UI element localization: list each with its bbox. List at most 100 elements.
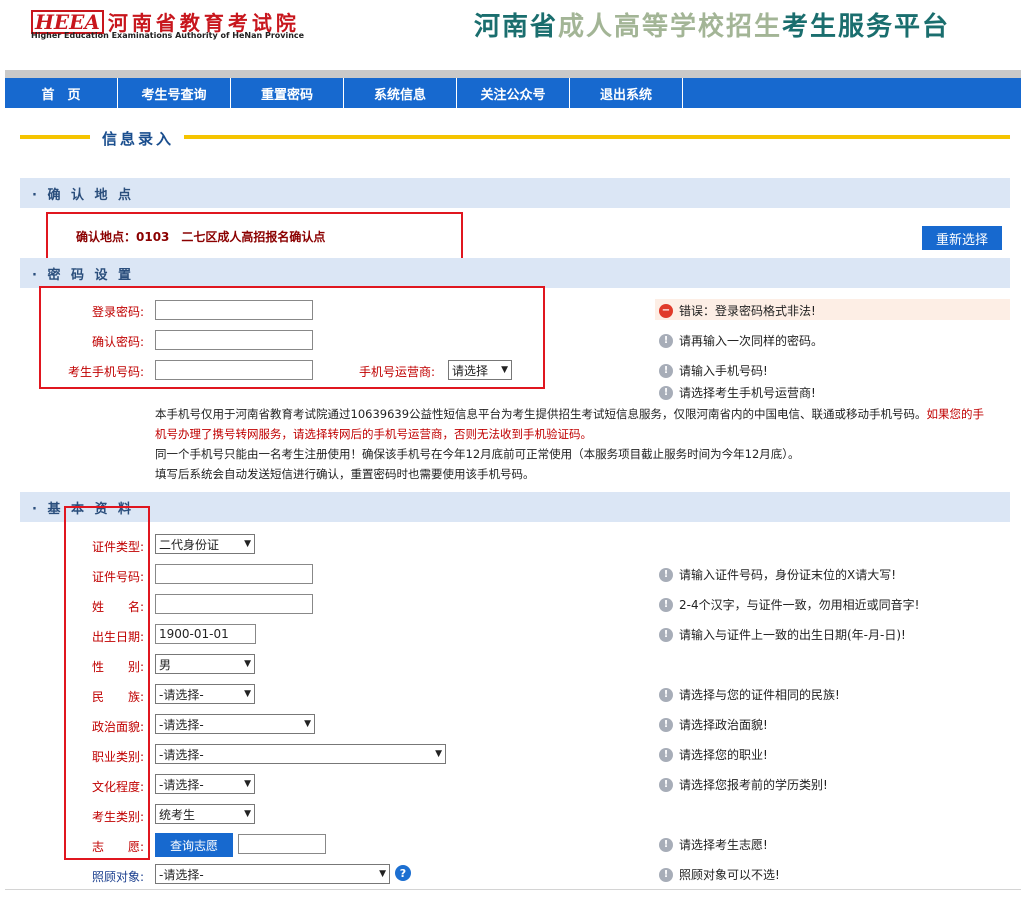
login-password-label: 登录密码:: [91, 305, 144, 319]
info-icon: !: [659, 567, 673, 582]
job-select[interactable]: -请选择- ▼: [155, 744, 446, 764]
info-icon: !: [659, 867, 673, 882]
hint-carrier: ! 请选择考生手机号运营商!: [659, 384, 816, 401]
nav-system-info[interactable]: 系统信息: [344, 78, 457, 108]
confirm-password-input[interactable]: [155, 330, 313, 350]
job-value: -请选择-: [159, 747, 204, 762]
gender-select[interactable]: 男 ▼: [155, 654, 255, 674]
site-title: 河南省成人高等学校招生考生服务平台: [474, 6, 950, 43]
hint-birth-text: 请输入与证件上一致的出生日期(年-月-日)!: [679, 628, 906, 642]
site-title-part2: 成人高等学校招生: [558, 12, 783, 42]
nav-bar: 首 页 考生号查询 重置密码 系统信息 关注公众号 退出系统: [5, 78, 1021, 108]
footer-divider: [5, 889, 1021, 890]
hint-edu: ! 请选择您报考前的学历类别!: [659, 776, 828, 793]
nation-value: -请选择-: [159, 687, 204, 702]
candidate-type-select[interactable]: 统考生 ▼: [155, 804, 255, 824]
hint-wish: ! 请选择考生志愿!: [659, 836, 768, 853]
section-password: · 密 码 设 置: [20, 258, 1010, 288]
hint-job: ! 请选择您的职业!: [659, 746, 768, 763]
nav-home[interactable]: 首 页: [5, 78, 118, 108]
info-icon: !: [659, 687, 673, 702]
id-no-input[interactable]: [155, 564, 313, 584]
name-input[interactable]: [155, 594, 313, 614]
care-value: -请选择-: [159, 867, 204, 882]
notice-line-4: 填写后系统会自动发送短信进行确认，重置密码时也需要使用该手机号码。: [155, 467, 535, 481]
notice-line-1: 本手机号仅用于河南省教育考试院通过10639639公益性短信息平台为考生提供招生…: [155, 404, 1011, 424]
birth-input[interactable]: [155, 624, 256, 644]
error-icon: −: [659, 303, 673, 318]
hint-nation: ! 请选择与您的证件相同的民族!: [659, 686, 840, 703]
phone-label: 考生手机号码:: [67, 365, 144, 379]
question-icon[interactable]: ?: [395, 865, 411, 881]
hint-wish-text: 请选择考生志愿!: [679, 838, 768, 852]
hint-id: ! 请输入证件号码，身份证末位的X请大写!: [659, 566, 896, 583]
edu-label: 文化程度:: [91, 780, 144, 794]
chevron-down-icon: ▼: [501, 365, 508, 375]
chevron-down-icon: ▼: [244, 779, 251, 789]
title-rule-right: [184, 135, 1010, 139]
id-type-label: 证件类型:: [91, 540, 144, 554]
header-divider: [5, 70, 1021, 78]
login-password-input[interactable]: [155, 300, 313, 320]
site-title-part1: 河南省: [474, 12, 559, 42]
hint-job-text: 请选择您的职业!: [679, 748, 768, 762]
carrier-label: 手机号运营商:: [359, 365, 436, 379]
candidate-type-value: 统考生: [159, 807, 196, 822]
info-icon: !: [659, 837, 673, 852]
section-confirm: · 确 认 地 点: [20, 178, 1010, 208]
edu-select[interactable]: -请选择- ▼: [155, 774, 255, 794]
hint-edu-text: 请选择您报考前的学历类别!: [679, 778, 828, 792]
hint-politics-text: 请选择政治面貌!: [679, 718, 768, 732]
hint-confirm: ! 请再输入一次同样的密码。: [659, 332, 823, 349]
hint-name: ! 2-4个汉字，与证件一致，勿用相近或同音字!: [659, 596, 919, 613]
section-basic: · 基 本 资 料: [20, 492, 1010, 522]
nav-reset-password[interactable]: 重置密码: [231, 78, 344, 108]
name-label: 姓 名:: [91, 600, 144, 614]
confirm-password-label: 确认密码:: [91, 335, 144, 349]
nation-select[interactable]: -请选择- ▼: [155, 684, 255, 704]
info-icon: !: [659, 627, 673, 642]
gender-label: 性 别:: [91, 660, 144, 674]
job-label: 职业类别:: [91, 750, 144, 764]
notice-line-3: 同一个手机号只能由一名考生注册使用！确保该手机号在今年12月底前可正常使用（本服…: [155, 447, 800, 461]
care-label: 照顾对象:: [91, 870, 144, 884]
hint-id-text: 请输入证件号码，身份证末位的X请大写!: [679, 568, 897, 582]
carrier-select[interactable]: 请选择 ▼: [448, 360, 512, 380]
id-type-select[interactable]: 二代身份证 ▼: [155, 534, 255, 554]
hint-password-error: − 错误：登录密码格式非法!: [659, 302, 816, 319]
care-select[interactable]: -请选择- ▼: [155, 864, 390, 884]
notice-line-1-text: 本手机号仅用于河南省教育考试院通过10639639公益性短信息平台为考生提供招生…: [155, 407, 927, 421]
hint-care: ! 照顾对象可以不选!: [659, 866, 780, 883]
id-type-value: 二代身份证: [159, 537, 220, 552]
basic-highlight: [64, 506, 150, 860]
info-icon: !: [659, 385, 673, 400]
hint-care-text: 照顾对象可以不选!: [679, 868, 780, 882]
logo-mark: HEEA: [31, 9, 104, 34]
query-wish-button[interactable]: 查询志愿: [155, 833, 233, 857]
gender-value: 男: [159, 657, 172, 672]
reselect-button[interactable]: 重新选择: [922, 226, 1002, 250]
nav-follow-account[interactable]: 关注公众号: [457, 78, 570, 108]
info-icon: !: [659, 333, 673, 348]
nation-label: 民 族:: [91, 690, 144, 704]
phone-notice: 本手机号仅用于河南省教育考试院通过10639639公益性短信息平台为考生提供招生…: [155, 404, 1011, 484]
candidate-type-label: 考生类别:: [91, 810, 144, 824]
hint-confirm-text: 请再输入一次同样的密码。: [679, 334, 824, 348]
hint-phone-text: 请输入手机号码!: [679, 364, 768, 378]
chevron-down-icon: ▼: [244, 689, 251, 699]
chevron-down-icon: ▼: [379, 869, 386, 879]
politics-select[interactable]: -请选择- ▼: [155, 714, 315, 734]
phone-input[interactable]: [155, 360, 313, 380]
info-icon: !: [659, 597, 673, 612]
politics-label: 政治面貌:: [91, 720, 144, 734]
notice-line-1-red: 如果您的手: [926, 407, 985, 421]
hint-nation-text: 请选择与您的证件相同的民族!: [679, 688, 840, 702]
nav-logout[interactable]: 退出系统: [570, 78, 683, 108]
nav-candidate-query[interactable]: 考生号查询: [118, 78, 231, 108]
hint-password-error-text: 错误：登录密码格式非法!: [679, 304, 816, 318]
notice-line-2: 机号办理了携号转网服务，请选择转网后的手机号运营商，否则无法收到手机验证码。: [155, 427, 592, 441]
wish-input[interactable]: [238, 834, 326, 854]
birth-label: 出生日期:: [91, 630, 144, 644]
wish-label: 志 愿:: [91, 840, 144, 854]
hint-name-text: 2-4个汉字，与证件一致，勿用相近或同音字!: [679, 598, 920, 612]
